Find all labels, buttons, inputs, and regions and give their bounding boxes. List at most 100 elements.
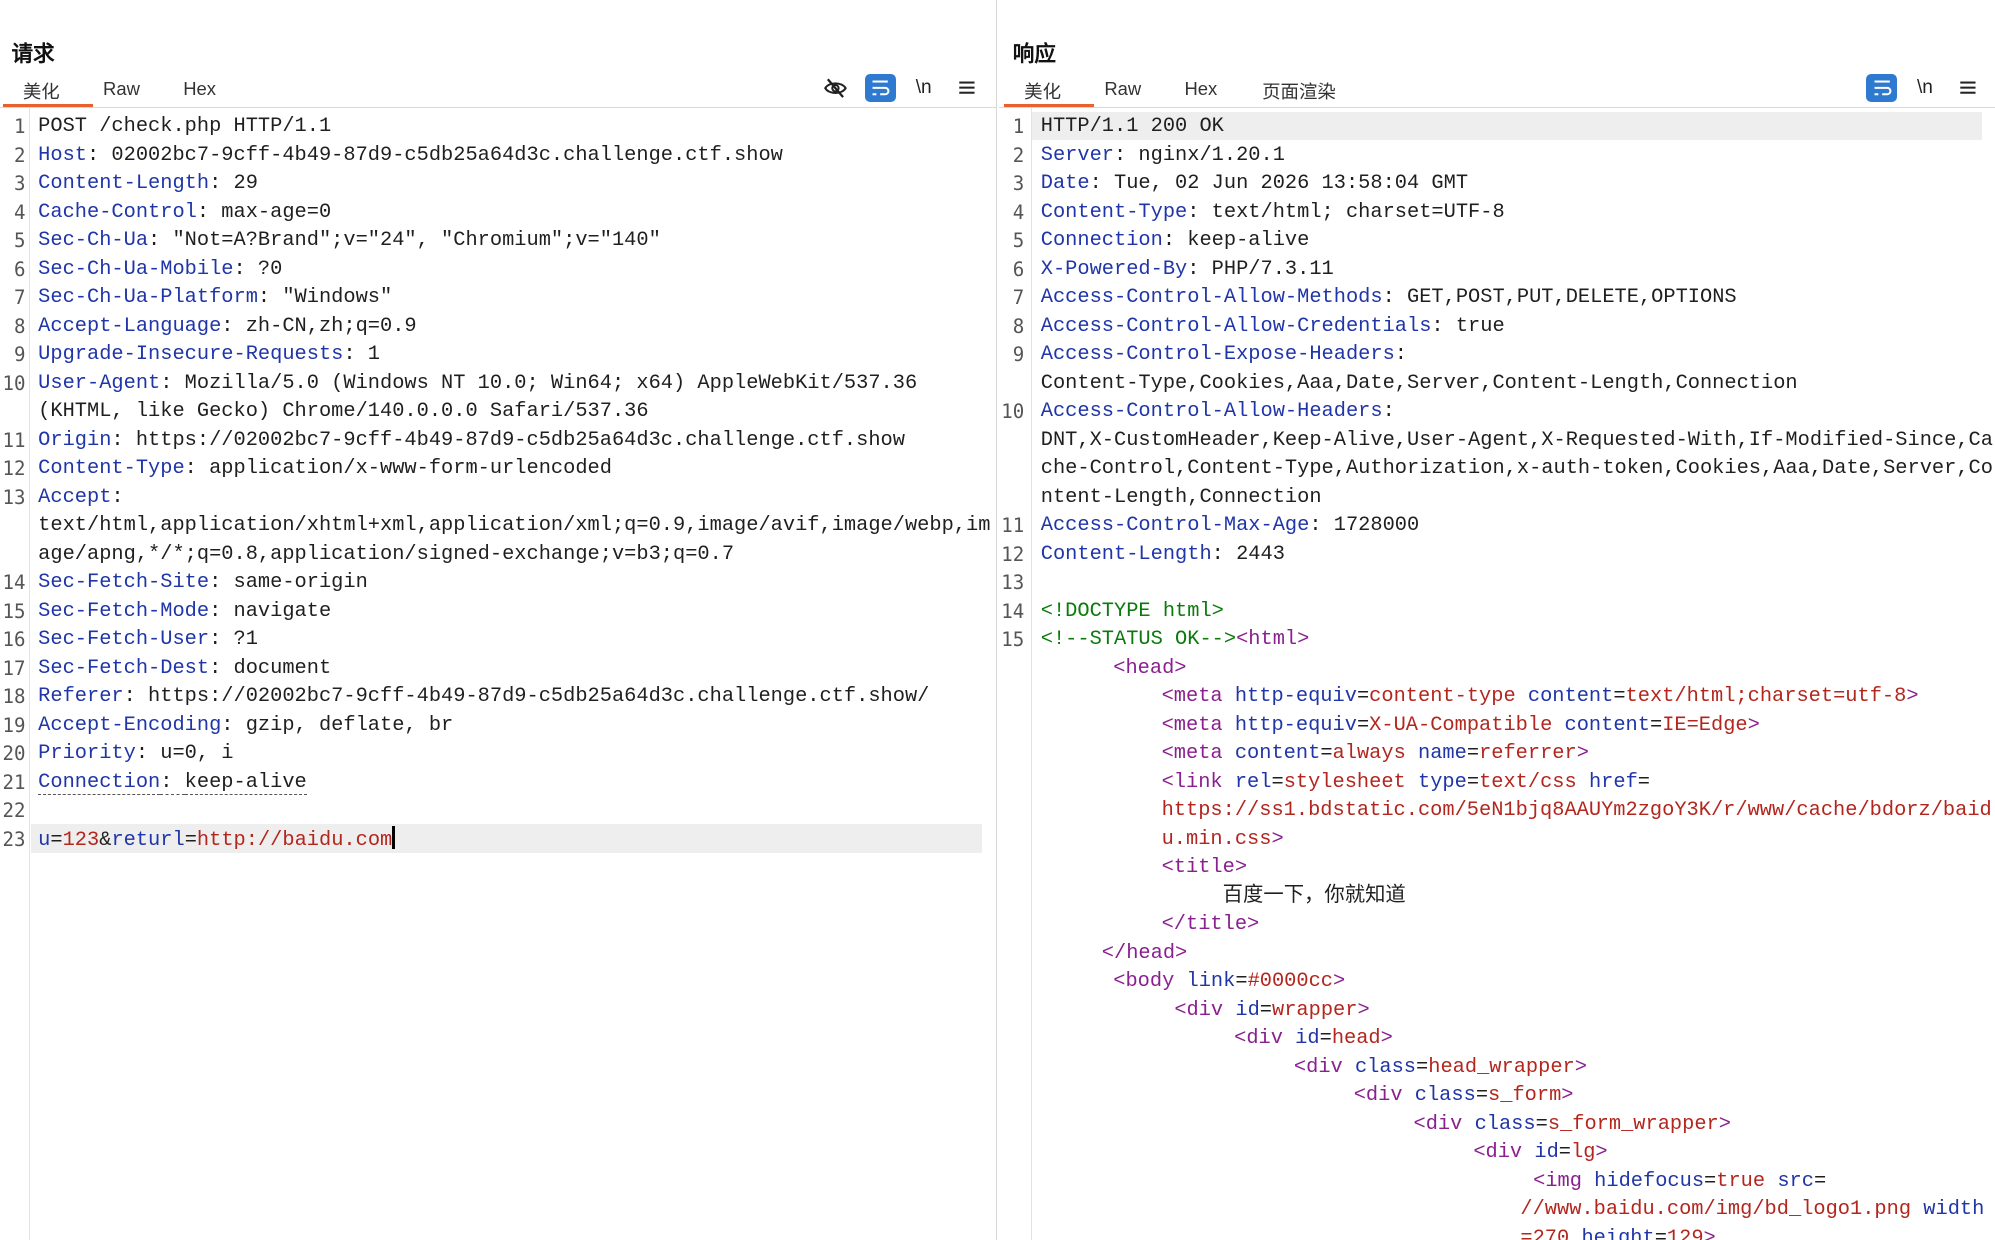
- request-menu-button[interactable]: [952, 74, 983, 102]
- header-value: application/x-www-form-urlencoded: [209, 457, 612, 481]
- line-number: 21: [2, 771, 26, 794]
- html-token-attr: content: [1564, 713, 1650, 737]
- response-newline-button[interactable]: \n: [1910, 74, 1941, 102]
- html-token-tag: <div: [1293, 1055, 1355, 1079]
- html-token-plain: 百度一下，你就知道: [1222, 884, 1406, 908]
- response-html-line: <!DOCTYPE html>: [1041, 598, 1224, 627]
- header-key: Date: [1040, 172, 1090, 196]
- header-key: Server: [1040, 143, 1114, 167]
- header-value: "Windows": [282, 286, 393, 310]
- response-menu-button[interactable]: [1953, 74, 1984, 102]
- line-number: 15: [1001, 629, 1025, 652]
- html-token-tag: >: [1906, 685, 1919, 709]
- html-token-plain: [1765, 1170, 1777, 1193]
- header-separator: :: [343, 343, 368, 367]
- header-separator: :: [209, 599, 234, 623]
- request-tab-hex[interactable]: Hex: [181, 78, 219, 100]
- request-code-line: Sec-Ch-Ua-Mobile: ?0: [38, 256, 282, 285]
- header-key: Priority: [38, 742, 136, 766]
- html-token-val: #0000cc: [1247, 970, 1334, 994]
- header-key: Sec-Fetch-Site: [38, 571, 210, 595]
- request-code-line: Sec-Ch-Ua-Platform: "Windows": [38, 284, 392, 313]
- line-number: 3: [1012, 173, 1025, 196]
- header-value: DNT,X-CustomHeader,Keep-Alive,User-Agent…: [1040, 428, 1993, 452]
- html-token-attr: class: [1414, 1084, 1476, 1108]
- header-separator: :: [111, 485, 124, 509]
- param-name: u: [38, 828, 51, 852]
- header-value: age/apng,*/*;q=0.8,application/signed-ex…: [38, 542, 735, 566]
- header-value: POST /check.php HTTP/1.1: [38, 115, 332, 139]
- param-name: returl: [111, 828, 185, 852]
- header-separator: :: [233, 257, 258, 281]
- html-token-val: 129: [1666, 1226, 1704, 1240]
- html-token-tag: <meta: [1161, 685, 1235, 709]
- header-value: Tue, 02 Jun 2026 13:58:04 GMT: [1114, 172, 1469, 196]
- response-tab-raw[interactable]: Raw: [1102, 78, 1144, 100]
- response-tab-render[interactable]: 页面渲染: [1260, 78, 1339, 104]
- html-token-attr: id: [1235, 998, 1260, 1022]
- line-number: 5: [13, 230, 26, 253]
- request-wrap-button[interactable]: [865, 73, 896, 102]
- line-number: 4: [1012, 201, 1025, 224]
- html-token-plain: =: [1466, 742, 1480, 766]
- html-token-plain: =: [1613, 685, 1626, 709]
- request-code-line: Sec-Fetch-Site: same-origin: [38, 569, 368, 598]
- response-html-line: //www.baidu.com/img/bd_logo1.png width: [1520, 1196, 1984, 1225]
- header-value: 2443: [1236, 542, 1285, 566]
- header-separator: :: [1382, 400, 1395, 424]
- line-number: 17: [2, 657, 26, 680]
- response-code-line: Content-Type,Cookies,Aaa,Date,Server,Con…: [1041, 370, 1798, 399]
- word-wrap-icon: [872, 80, 890, 96]
- html-token-tag: <div: [1234, 1027, 1296, 1051]
- html-token-tag: <title>: [1161, 856, 1248, 880]
- request-hide-button[interactable]: [821, 74, 852, 102]
- html-token-plain: =: [1356, 685, 1370, 709]
- response-html-line: <head>: [1113, 655, 1186, 684]
- header-key: Sec-Fetch-Dest: [38, 656, 210, 680]
- html-token-val: content-type: [1369, 685, 1516, 709]
- header-value: PHP/7.3.11: [1211, 257, 1334, 281]
- response-tab-pretty[interactable]: 美化: [1003, 78, 1095, 108]
- response-html-line: <link rel=stylesheet type=text/css href=: [1162, 769, 1650, 798]
- line-number: 14: [1001, 600, 1025, 623]
- header-separator: :: [257, 286, 283, 310]
- response-editor[interactable]: 1 HTTP/1.1 200 OK 2 Server: nginx/1.20.1 3 Da…: [999, 108, 1995, 1240]
- line-number: 20: [2, 743, 26, 766]
- request-tab-raw[interactable]: Raw: [101, 78, 143, 100]
- param-equals: =: [50, 828, 63, 852]
- html-token-plain: =: [1319, 1027, 1332, 1051]
- request-code-line: Origin: https://02002bc7-9cff-4b49-87d9-…: [38, 427, 905, 456]
- response-html-line: <img hidefocus=true src=: [1533, 1168, 1826, 1197]
- line-number: 6: [13, 258, 26, 281]
- header-separator: :: [209, 172, 234, 196]
- html-token-plain: =: [1535, 1112, 1548, 1136]
- request-code-line: Sec-Fetch-User: ?1: [38, 626, 258, 655]
- request-editor[interactable]: 1 POST /check.php HTTP/1.1 2 Host: 02002bc7…: [0, 108, 996, 1240]
- request-newline-button[interactable]: \n: [908, 74, 939, 102]
- header-value: Mozilla/5.0 (Windows NT 10.0; Win64; x64…: [184, 371, 918, 395]
- header-separator: :: [148, 229, 173, 253]
- html-token-tag: >: [1271, 827, 1284, 851]
- html-token-tag: >: [1357, 998, 1370, 1022]
- html-token-attr: id: [1534, 1141, 1559, 1165]
- header-key: Accept-Language: [38, 314, 222, 338]
- request-tab-pretty[interactable]: 美化: [2, 78, 93, 108]
- html-token-attr: http-equiv: [1234, 713, 1357, 737]
- html-token-plain: =: [1416, 1055, 1429, 1079]
- response-wrap-button[interactable]: [1866, 73, 1897, 102]
- html-token-plain: [1406, 771, 1418, 794]
- request-code-line: Referer: https://02002bc7-9cff-4b49-87d9…: [38, 683, 929, 712]
- response-html-line: <meta http-equiv=X-UA-Compatible content…: [1162, 712, 1760, 741]
- line-number: 12: [1001, 543, 1025, 566]
- html-token-plain: =: [1704, 1169, 1717, 1193]
- header-separator: :: [135, 742, 161, 766]
- html-token-val: s_form: [1488, 1084, 1562, 1108]
- response-code-line: Date: Tue, 02 Jun 2026 13:58:04 GMT: [1041, 170, 1468, 199]
- request-tabs: 美化 Raw Hex \n: [0, 71, 997, 108]
- html-token-attr: content: [1527, 685, 1614, 709]
- line-number: 12: [2, 458, 26, 481]
- response-tab-hex[interactable]: Hex: [1182, 78, 1220, 100]
- header-key: User-Agent: [38, 371, 161, 395]
- response-html-line: <meta http-equiv=content-type content=te…: [1162, 683, 1919, 712]
- html-token-plain: =: [1649, 713, 1663, 737]
